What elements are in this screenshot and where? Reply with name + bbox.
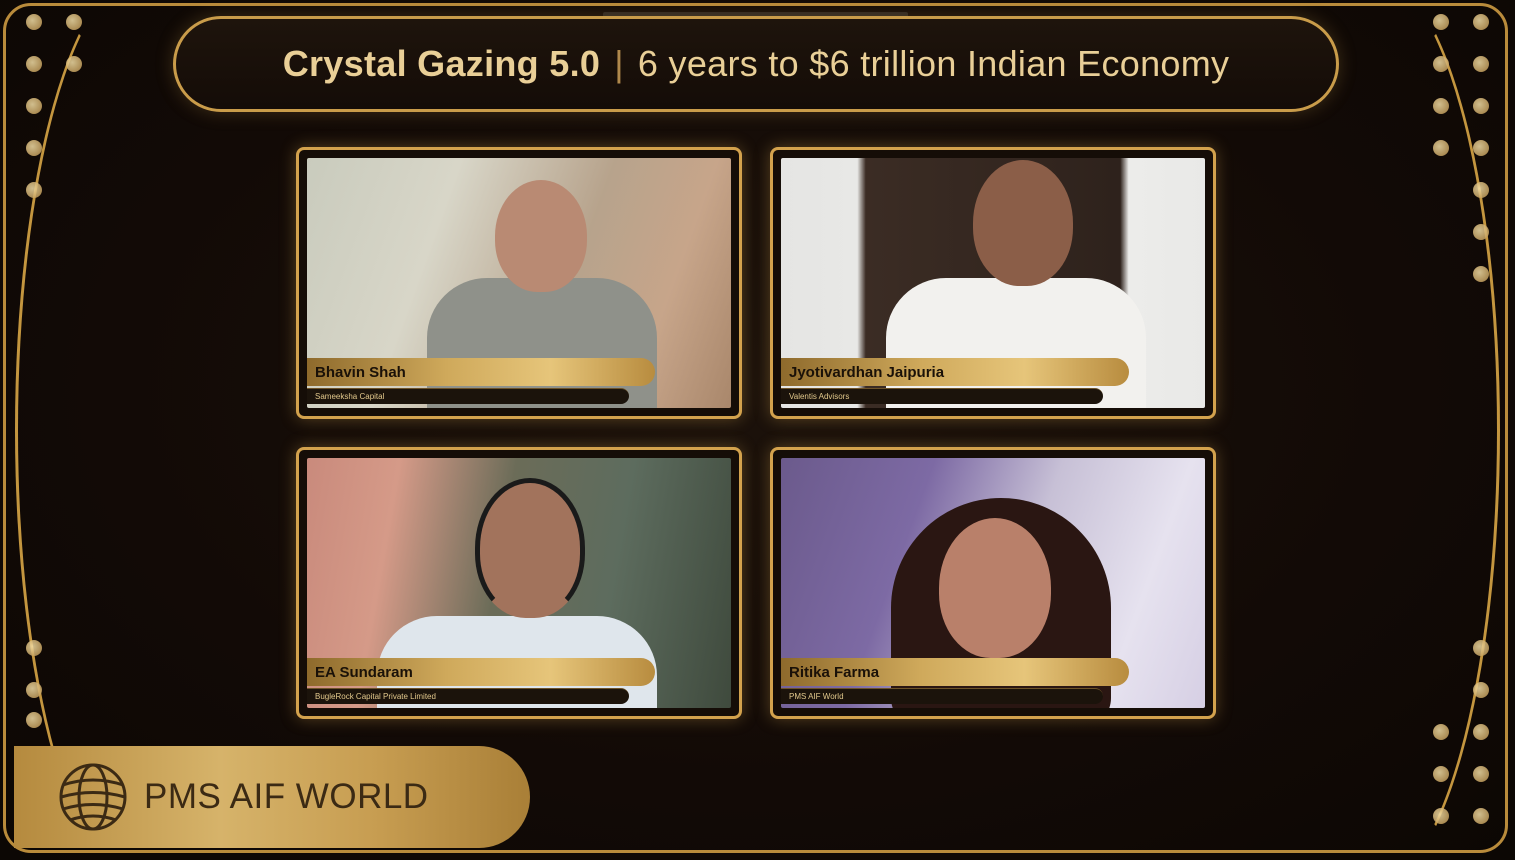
decor-dot — [1473, 766, 1489, 782]
decor-dot — [26, 56, 42, 72]
decor-dot — [26, 182, 42, 198]
decor-dot — [1473, 808, 1489, 824]
decor-dot — [1473, 182, 1489, 198]
name-tag: EA Sundaram — [307, 658, 655, 686]
name-tag: Bhavin Shah — [307, 358, 655, 386]
decor-dot — [1433, 14, 1449, 30]
decor-dot — [26, 140, 42, 156]
page-title: Crystal Gazing 5.0 | 6 years to $6 trillio… — [283, 43, 1230, 85]
decor-dot — [26, 98, 42, 114]
video-feed: Bhavin Shah Sameeksha Capital — [307, 158, 731, 408]
right-dot-pattern — [1425, 0, 1515, 860]
org-tag: Valentis Advisors — [781, 388, 1103, 404]
decor-dot — [66, 14, 82, 30]
decor-dot — [1473, 224, 1489, 240]
decor-dot — [1433, 140, 1449, 156]
decor-dot — [1473, 56, 1489, 72]
name-tag: Jyotivardhan Jaipuria — [781, 358, 1129, 386]
participant-org: PMS AIF World — [789, 692, 844, 701]
participant-head — [973, 160, 1073, 286]
decor-dot — [1433, 808, 1449, 824]
participant-name: Jyotivardhan Jaipuria — [789, 363, 945, 381]
video-feed: EA Sundaram BugleRock Capital Private Li… — [307, 458, 731, 708]
decor-dot — [1433, 98, 1449, 114]
participant-org: Sameeksha Capital — [315, 392, 385, 401]
decor-dot — [1473, 98, 1489, 114]
participant-tile-ea-sundaram[interactable]: EA Sundaram BugleRock Capital Private Li… — [296, 447, 742, 719]
participant-head — [495, 180, 587, 292]
decor-dot — [1473, 682, 1489, 698]
participant-name: Bhavin Shah — [315, 363, 406, 381]
title-subtitle: 6 years to $6 trillion Indian Economy — [637, 43, 1230, 84]
decor-dot — [26, 640, 42, 656]
title-separator: | — [614, 43, 624, 84]
decor-dot — [1433, 56, 1449, 72]
org-tag: PMS AIF World — [781, 688, 1103, 704]
left-dot-pattern — [0, 0, 90, 860]
video-feed: Ritika Farma PMS AIF World — [781, 458, 1205, 708]
title-main: Crystal Gazing 5.0 — [282, 43, 601, 84]
participant-name: EA Sundaram — [315, 663, 413, 681]
decor-dot — [1433, 724, 1449, 740]
name-tag: Ritika Farma — [781, 658, 1129, 686]
brand-logo-bar: PMS AIF WORLD — [14, 746, 530, 848]
decor-dot — [26, 682, 42, 698]
decor-dot — [1473, 140, 1489, 156]
participant-org: Valentis Advisors — [789, 392, 850, 401]
globe-icon — [59, 763, 127, 831]
decor-dot — [26, 14, 42, 30]
participant-head — [939, 518, 1051, 658]
stream-stage: Crystal Gazing 5.0 | 6 years to $6 trillio… — [0, 0, 1515, 860]
decor-dot — [66, 56, 82, 72]
participant-tile-ritika-farma[interactable]: Ritika Farma PMS AIF World — [770, 447, 1216, 719]
participant-head — [475, 478, 585, 618]
decor-dot — [1473, 724, 1489, 740]
brand-name: PMS AIF WORLD — [144, 777, 429, 816]
decor-dot — [1473, 14, 1489, 30]
participant-tile-bhavin-shah[interactable]: Bhavin Shah Sameeksha Capital — [296, 147, 742, 419]
decor-dot — [26, 712, 42, 728]
org-tag: Sameeksha Capital — [307, 388, 629, 404]
title-banner: Crystal Gazing 5.0 | 6 years to $6 trillio… — [173, 16, 1339, 112]
participant-name: Ritika Farma — [789, 663, 880, 681]
decor-dot — [1473, 640, 1489, 656]
decor-dot — [1473, 266, 1489, 282]
decor-dot — [1433, 766, 1449, 782]
org-tag: BugleRock Capital Private Limited — [307, 688, 629, 704]
video-feed: Jyotivardhan Jaipuria Valentis Advisors — [781, 158, 1205, 408]
participant-org: BugleRock Capital Private Limited — [315, 692, 436, 701]
participant-tile-jyotivardhan-jaipuria[interactable]: Jyotivardhan Jaipuria Valentis Advisors — [770, 147, 1216, 419]
